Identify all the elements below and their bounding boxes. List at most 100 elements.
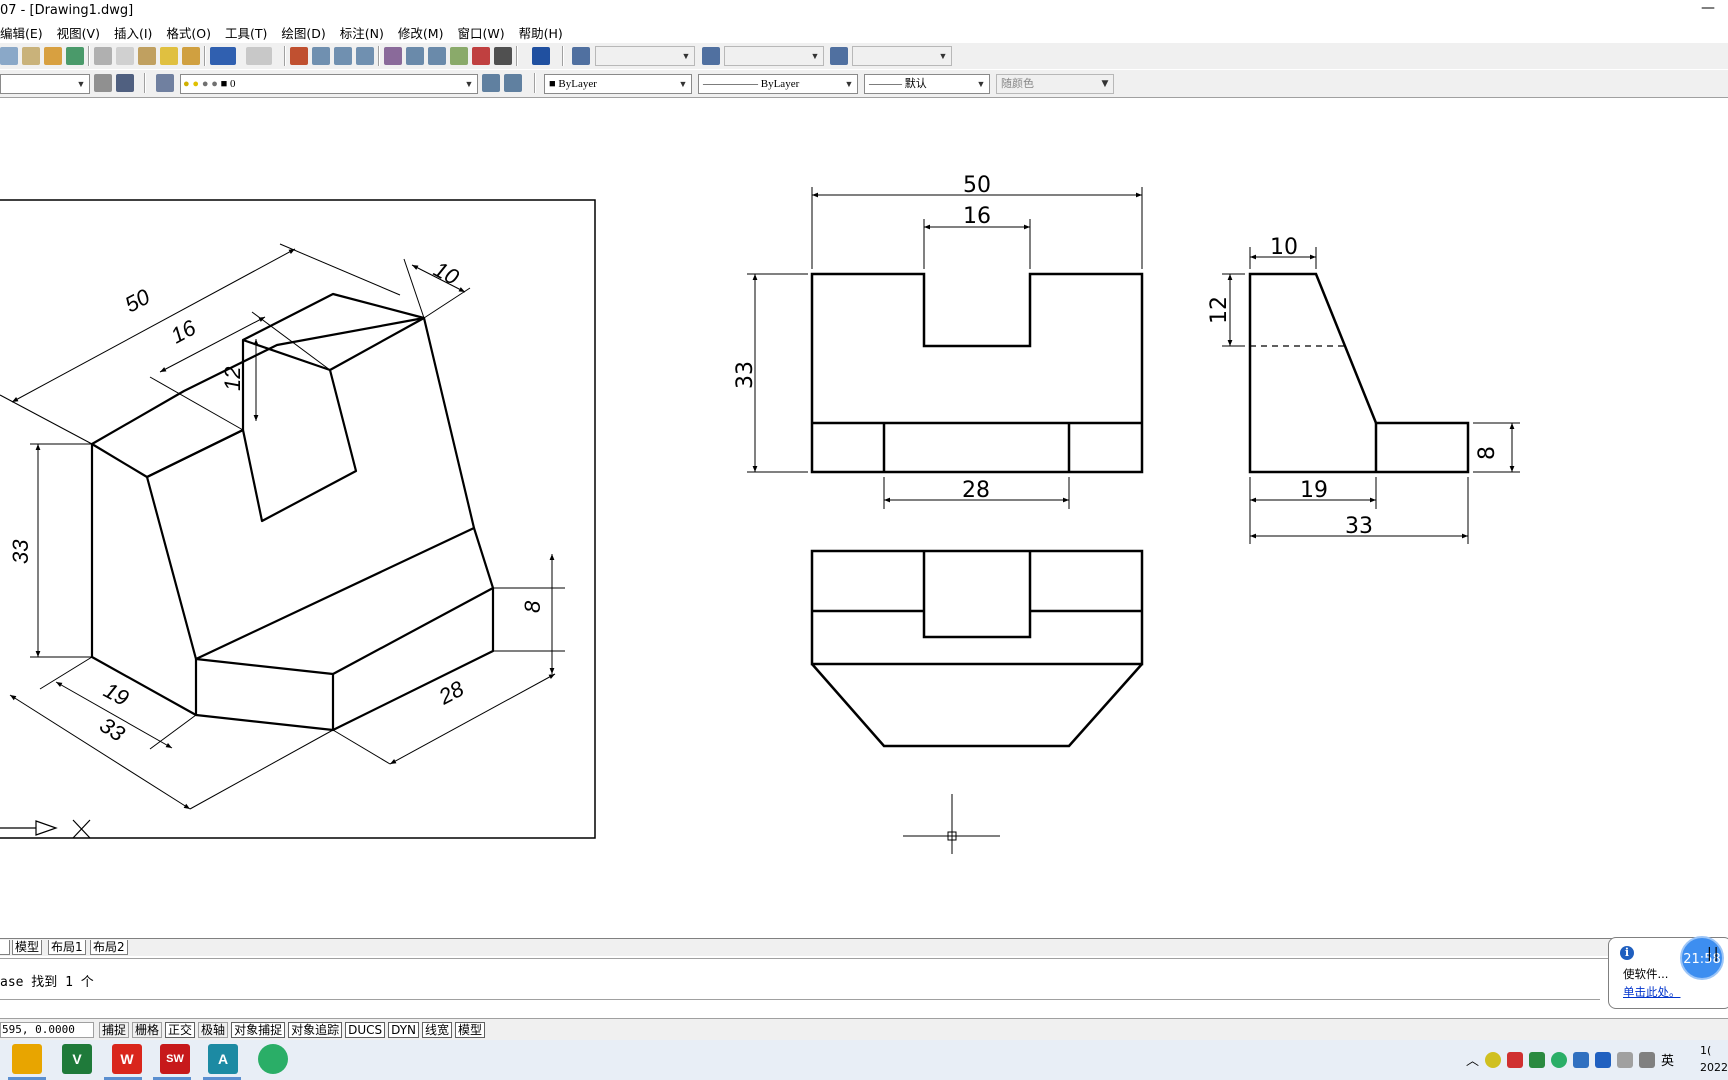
workspace-combo[interactable]: ▼ — [0, 74, 90, 94]
text-style-icon[interactable] — [572, 47, 590, 65]
properties-icon[interactable] — [384, 47, 402, 65]
layer-manager-icon[interactable] — [156, 74, 174, 92]
color-combo[interactable]: ■ ByLayer ▼ — [544, 74, 692, 94]
tab-scroll[interactable] — [0, 940, 10, 955]
layer-previous-icon[interactable] — [504, 74, 522, 92]
system-tray: ︿ 英 — [1466, 1050, 1674, 1069]
tray-app-icon[interactable] — [1485, 1051, 1502, 1068]
design-center-icon[interactable] — [406, 47, 424, 65]
publish-icon[interactable] — [0, 47, 18, 65]
dim-style-icon[interactable] — [702, 47, 720, 65]
workspace-settings-icon[interactable] — [94, 74, 112, 92]
toolbar-separator — [516, 46, 518, 66]
solidworks-icon[interactable]: SW — [160, 1044, 190, 1074]
lineweight-combo[interactable]: ——— 默认 ▼ — [864, 74, 990, 94]
calculator-icon[interactable] — [494, 47, 512, 65]
undo-icon[interactable] — [210, 47, 236, 65]
copy-icon[interactable] — [116, 47, 134, 65]
preview-icon[interactable] — [44, 47, 62, 65]
tab-layout2[interactable]: 布局2 — [90, 940, 128, 955]
toggle-grid[interactable]: 栅格 — [132, 1022, 163, 1038]
zoom-realtime-icon[interactable] — [312, 47, 330, 65]
dim-style-combo[interactable]: ▼ — [724, 46, 824, 66]
menu-dimension[interactable]: 标注(N) — [340, 23, 384, 42]
autocad-icon[interactable]: A — [208, 1044, 238, 1074]
text-style-combo[interactable]: ▼ — [595, 46, 695, 66]
layer-combo[interactable]: ● ● ● ● ■ 0 ▼ — [180, 74, 478, 94]
balloon-link[interactable]: 单击此处。 — [1623, 984, 1681, 1000]
tab-layout1[interactable]: 布局1 — [48, 940, 86, 955]
command-window[interactable]: ase 找到 1 个 — [0, 958, 1728, 1016]
chevron-down-icon: ▼ — [976, 79, 986, 89]
title-bar: 07 - [Drawing1.dwg] — — [0, 0, 1728, 22]
iso-dim-12: 12 — [220, 367, 245, 391]
plotstyle-value: 随颜色 — [1001, 77, 1034, 90]
pause-button[interactable]: || — [1707, 946, 1720, 962]
toolbar-separator — [534, 73, 536, 93]
toggle-lineweight[interactable]: 线宽 — [422, 1022, 453, 1038]
markup-icon[interactable] — [472, 47, 490, 65]
volume-muted-icon[interactable] — [1639, 1051, 1656, 1068]
app-v-icon[interactable]: V — [62, 1044, 92, 1074]
menu-modify[interactable]: 修改(M) — [398, 23, 444, 42]
3d-dwf-icon[interactable] — [66, 47, 84, 65]
info-icon: i — [1620, 946, 1634, 960]
chevron-down-icon: ▼ — [938, 51, 948, 61]
file-explorer-icon[interactable] — [12, 1044, 42, 1074]
clock[interactable]: 1( 2022 — [1700, 1042, 1728, 1076]
wechat-tray-icon[interactable] — [1551, 1051, 1568, 1068]
toolbar-separator — [144, 73, 146, 93]
zoom-previous-icon[interactable] — [356, 47, 374, 65]
linetype-combo[interactable]: ————— ByLayer ▼ — [698, 74, 858, 94]
toggle-otrack[interactable]: 对象追踪 — [288, 1022, 343, 1038]
wps-icon[interactable]: W — [112, 1044, 142, 1074]
pan-icon[interactable] — [290, 47, 308, 65]
toggle-osnap[interactable]: 对象捕捉 — [231, 1022, 286, 1038]
drawing-canvas[interactable]: 50 16 10 12 33 8 19 33 28 50 16 33 28 10… — [0, 99, 1728, 939]
zoom-window-icon[interactable] — [334, 47, 352, 65]
menu-draw[interactable]: 绘图(D) — [281, 23, 325, 42]
tab-model[interactable]: 模型 — [12, 940, 43, 955]
menu-view[interactable]: 视图(V) — [57, 23, 100, 42]
save-workspace-icon[interactable] — [116, 74, 134, 92]
block-editor-icon[interactable] — [182, 47, 200, 65]
make-current-layer-icon[interactable] — [482, 74, 500, 92]
toggle-model[interactable]: 模型 — [455, 1022, 486, 1038]
chevron-up-icon[interactable]: ︿ — [1466, 1050, 1479, 1069]
cut-icon[interactable] — [94, 47, 112, 65]
help-icon[interactable] — [532, 47, 550, 65]
tool-palettes-icon[interactable] — [428, 47, 446, 65]
menu-tools[interactable]: 工具(T) — [225, 23, 267, 42]
sun-icon: ● — [192, 78, 200, 90]
plotstyle-combo[interactable]: 随颜色 ▼ — [996, 74, 1114, 94]
table-style-combo[interactable]: ▼ — [852, 46, 952, 66]
redo-icon[interactable] — [246, 47, 272, 65]
toggle-polar[interactable]: 极轴 — [198, 1022, 229, 1038]
lightbulb-icon: ● — [183, 78, 190, 90]
plot-icon[interactable] — [22, 47, 40, 65]
menu-insert[interactable]: 插入(I) — [114, 23, 152, 42]
linetype-value: ByLayer — [760, 78, 800, 90]
wechat-icon[interactable] — [258, 1044, 288, 1074]
ime-indicator[interactable]: 英 — [1661, 1050, 1674, 1069]
toggle-dyn[interactable]: DYN — [388, 1022, 420, 1038]
toggle-snap[interactable]: 捕捉 — [99, 1022, 130, 1038]
sheet-set-icon[interactable] — [450, 47, 468, 65]
toggle-ducs[interactable]: DUCS — [345, 1022, 386, 1038]
tray-app-icon[interactable] — [1573, 1051, 1590, 1068]
front-dim-16: 16 — [963, 204, 991, 229]
tray-app-icon[interactable] — [1507, 1051, 1524, 1068]
toggle-ortho[interactable]: 正交 — [165, 1022, 196, 1038]
menu-help[interactable]: 帮助(H) — [519, 23, 563, 42]
menu-window[interactable]: 窗口(W) — [457, 23, 504, 42]
menu-format[interactable]: 格式(O) — [166, 23, 211, 42]
match-properties-icon[interactable] — [160, 47, 178, 65]
minimize-button[interactable]: — — [1696, 0, 1720, 20]
table-style-icon[interactable] — [830, 47, 848, 65]
menu-bar: 编辑(E) 视图(V) 插入(I) 格式(O) 工具(T) 绘图(D) 标注(N… — [0, 22, 1728, 42]
paste-icon[interactable] — [138, 47, 156, 65]
tray-app-icon[interactable] — [1529, 1051, 1546, 1068]
menu-edit[interactable]: 编辑(E) — [0, 23, 43, 42]
network-icon[interactable] — [1617, 1051, 1634, 1068]
word-tray-icon[interactable] — [1595, 1051, 1612, 1068]
